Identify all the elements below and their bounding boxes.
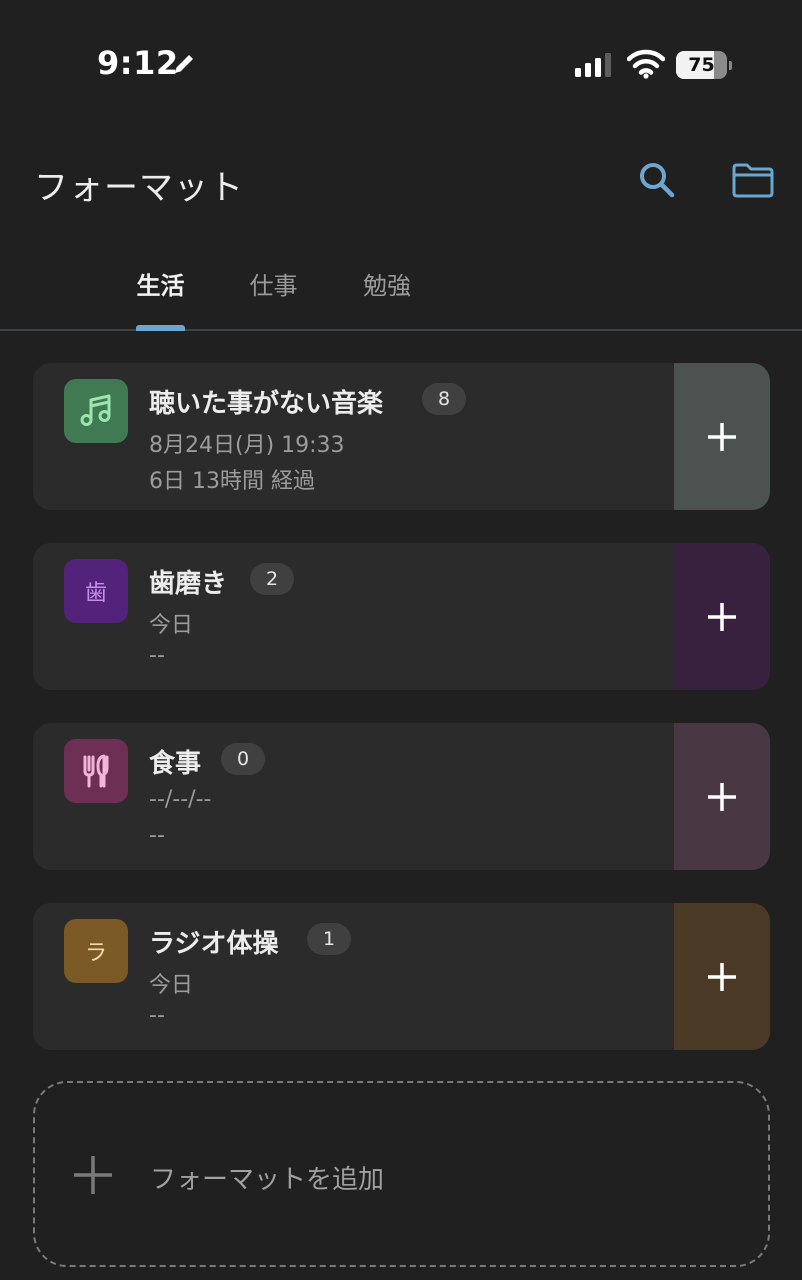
battery-tip: [729, 61, 732, 70]
card-elapsed: --: [149, 823, 165, 848]
tab-bar: 生活 仕事 勉強: [0, 250, 802, 331]
add-entry-button[interactable]: [674, 723, 770, 870]
radio-char-icon: ラ: [64, 919, 128, 983]
add-format-label: フォーマットを追加: [150, 1165, 385, 1195]
card-title: 食事: [149, 749, 202, 779]
card-date: 今日: [149, 613, 194, 638]
cellular-signal-icon: [575, 53, 611, 77]
format-card-radio-exercise[interactable]: ラ ラジオ体操 1 今日 --: [33, 903, 770, 1050]
add-entry-button[interactable]: [674, 903, 770, 1050]
plus-icon: [708, 422, 736, 451]
wifi-icon: [627, 49, 665, 79]
page-title: フォーマット: [34, 168, 244, 208]
battery-indicator: 75: [676, 51, 732, 79]
count-badge: 2: [250, 563, 294, 595]
card-date: --/--/--: [149, 787, 212, 812]
card-elapsed: --: [149, 1003, 165, 1028]
search-icon: [640, 163, 675, 198]
icon-text: ラ: [84, 941, 107, 966]
add-format-button[interactable]: フォーマットを追加: [33, 1081, 770, 1267]
plus-icon: [74, 1156, 112, 1194]
battery-level: 75: [688, 54, 715, 76]
add-entry-button[interactable]: [674, 363, 770, 510]
pencil-icon: [175, 55, 193, 73]
card-title: 歯磨き: [149, 569, 228, 599]
active-tab-indicator: [136, 325, 185, 331]
count-badge: 8: [422, 383, 466, 415]
card-date: 8月24日(月) 19:33: [149, 433, 345, 458]
add-entry-button[interactable]: [674, 543, 770, 690]
folder-button[interactable]: [728, 155, 778, 205]
plus-icon: [708, 602, 736, 631]
format-card-music[interactable]: 聴いた事がない音楽 8 8月24日(月) 19:33 6日 13時間 経過: [33, 363, 770, 510]
tab-life[interactable]: 生活: [136, 266, 185, 328]
status-bar: 9:12 75: [0, 0, 802, 110]
folder-icon: [732, 163, 774, 198]
card-title: ラジオ体操: [149, 929, 279, 959]
search-button[interactable]: [632, 155, 682, 205]
tab-work[interactable]: 仕事: [249, 266, 298, 328]
card-title: 聴いた事がない音楽: [149, 389, 384, 419]
card-date: 今日: [149, 973, 194, 998]
count-badge: 1: [307, 923, 351, 955]
app-screen: 9:12 75 フォーマット 生活 仕事 勉強 聴いた事がない音楽 8 8月24…: [0, 0, 802, 1280]
status-time: 9:12: [97, 44, 179, 82]
plus-icon: [708, 962, 736, 991]
format-card-meal[interactable]: 食事 0 --/--/-- --: [33, 723, 770, 870]
tab-study[interactable]: 勉強: [362, 266, 412, 328]
plus-icon: [708, 782, 736, 811]
tooth-char-icon: 歯: [64, 559, 128, 623]
battery-body: 75: [676, 51, 727, 79]
format-card-toothbrush[interactable]: 歯 歯磨き 2 今日 --: [33, 543, 770, 690]
card-elapsed: 6日 13時間 経過: [149, 469, 315, 494]
music-note-icon: [64, 379, 128, 443]
icon-text: 歯: [84, 581, 107, 606]
card-elapsed: --: [149, 643, 165, 668]
fork-knife-icon: [64, 739, 128, 803]
count-badge: 0: [221, 743, 265, 775]
